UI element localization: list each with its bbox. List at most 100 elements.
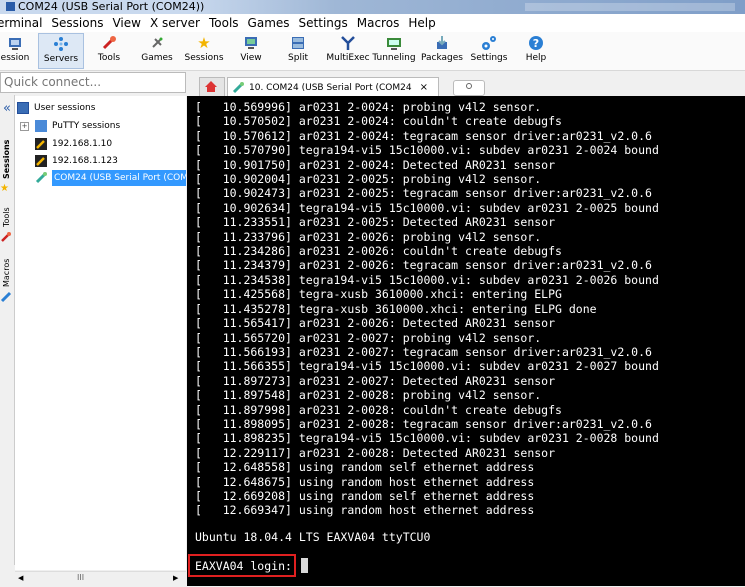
settings-button[interactable]: Settings [470,33,508,69]
tab-tools[interactable]: Tools [0,199,14,229]
tab-close-icon[interactable]: × [420,82,428,93]
side-tab-strip: « Sessions ★ Tools Macros [0,95,15,565]
terminal-line: [ 10.570790] tegra194-vi5 15c10000.vi: s… [195,143,659,158]
terminal-line: [ 11.233551] ar0231 2-0025: Detected AR0… [195,215,556,230]
collapse-icon[interactable]: « [0,101,14,121]
terminal-line: [ 12.669347] using random host ethernet … [195,503,535,518]
scroll-right-icon[interactable]: ▶ [173,574,178,582]
terminal-line: [ 10.569996] ar0231 2-0024: probing v4l2… [195,100,542,114]
login-banner: Ubuntu 18.04.4 LTS EAXVA04 ttyTCU0 [195,530,431,544]
menu-view[interactable]: View [107,14,144,32]
session-tree: User sessions + PuTTY sessions 192.168.1… [15,96,186,570]
multiexec-icon [340,35,356,51]
home-tab[interactable] [199,77,225,96]
servers-button[interactable]: Servers [38,33,84,69]
terminal-line: [ 11.435278] tegra-xusb 3610000.xhci: en… [195,301,597,316]
sessions-button[interactable]: ★ Sessions [184,33,224,69]
tab-com24-label: 10. COM24 (USB Serial Port (COM24 [249,82,412,93]
macro-icon [0,291,14,303]
ssh-session-icon [35,155,47,167]
window-title-text: COM24 (USB Serial Port (COM24)) [18,0,205,13]
window-title: COM24 (USB Serial Port (COM24)) [6,0,204,14]
session-button[interactable]: ession [0,33,30,69]
title-blur [525,3,735,11]
terminal-line: [ 11.565417] ar0231 2-0026: Detected AR0… [195,316,556,331]
tools-button[interactable]: Tools [92,33,126,69]
terminal-line: [ 10.902004] ar0231 2-0025: probing v4l2… [195,172,542,187]
split-button[interactable]: Split [280,33,316,69]
terminal-line: [ 11.897998] ar0231 2-0028: couldn't cre… [195,402,562,417]
help-icon: ? [528,35,544,51]
tree-label: 192.168.1.123 [52,156,118,166]
tools-icon [101,35,117,51]
expand-icon[interactable]: + [20,121,29,131]
terminal-line: [ 12.229117] ar0231 2-0028: Detected AR0… [195,445,556,460]
serial-tab-icon [232,81,244,93]
tab-sessions-label: Sessions [2,139,11,179]
terminal-line: [ 11.565720] ar0231 2-0027: probing v4l2… [195,330,542,345]
menu-terminal[interactable]: erminal [0,14,46,32]
new-tab-button[interactable] [453,80,485,96]
session-label: ession [0,53,30,63]
terminal-line: [ 11.566355] tegra194-vi5 15c10000.vi: s… [195,359,659,374]
menu-macros[interactable]: Macros [352,14,404,32]
new-tab-icon [466,83,472,89]
title-bar: COM24 (USB Serial Port (COM24)) [0,0,745,14]
terminal-line: [ 11.233796] ar0231 2-0026: probing v4l2… [195,229,542,244]
multiexec-label: MultiExec [326,53,370,63]
tab-macros-label: Macros [2,258,11,287]
scroll-left-icon[interactable]: ◀ [18,574,23,582]
tab-sessions[interactable]: Sessions [0,125,14,181]
tab-macros[interactable]: Macros [0,249,14,289]
terminal-line: [ 10.570502] ar0231 2-0024: couldn't cre… [195,114,562,129]
menu-games[interactable]: Games [243,14,294,32]
quick-connect-box [0,72,186,93]
terminal-line: [ 11.425568] tegra-xusb 3610000.xhci: en… [195,287,562,302]
terminal-line: [ 11.897273] ar0231 2-0027: Detected AR0… [195,373,556,388]
tab-com24[interactable]: 10. COM24 (USB Serial Port (COM24 × [227,77,439,97]
terminal-line: [ 10.901750] ar0231 2-0024: Detected AR0… [195,157,556,172]
split-icon [290,35,306,51]
tree-putty-sessions[interactable]: + PuTTY sessions [20,118,120,134]
menu-x-server[interactable]: X server [145,14,204,32]
tools-label: Tools [97,53,121,63]
menu-sessions[interactable]: Sessions [46,14,107,32]
tree-session-192-168-1-123[interactable]: 192.168.1.123 [35,153,118,169]
svg-text:?: ? [533,37,539,50]
terminal-line: [ 11.898235] tegra194-vi5 15c10000.vi: s… [195,431,659,446]
terminal-line: [ 11.234538] tegra194-vi5 15c10000.vi: s… [195,272,659,287]
tree-session-192-168-1-10[interactable]: 192.168.1.10 [35,136,112,152]
tree-session-com24[interactable]: COM24 (USB Serial Port (COM2 [35,170,186,186]
terminal-line: [ 12.648675] using random host ethernet … [195,474,535,489]
games-icon [149,35,165,51]
menu-settings[interactable]: Settings [294,14,352,32]
tree-user-sessions[interactable]: User sessions [17,100,95,116]
tunneling-button[interactable]: Tunneling [372,33,416,69]
session-icon [7,35,23,51]
menu-help[interactable]: Help [403,14,439,32]
terminal-line: [ 10.902473] ar0231 2-0025: tegracam sen… [195,186,652,201]
scroll-grip[interactable]: III [77,573,84,582]
sidebar-scrollbar[interactable]: ◀ III ▶ [15,571,186,587]
home-icon [205,81,217,92]
tree-label: 192.168.1.10 [52,139,113,149]
menu-tools[interactable]: Tools [204,14,243,32]
terminal-line: [ 10.902634] tegra194-vi5 15c10000.vi: s… [195,200,659,215]
terminal-cursor [301,558,308,573]
ssh-session-icon [35,138,47,150]
view-button[interactable]: View [234,33,268,69]
serial-session-icon [35,172,47,184]
help-button[interactable]: ? Help [520,33,552,69]
view-label: View [240,53,262,63]
terminal-line: [ 11.234379] ar0231 2-0026: tegracam sen… [195,258,652,273]
quick-connect-input[interactable] [1,73,184,91]
terminal-line: [ 11.234286] ar0231 2-0026: couldn't cre… [195,244,562,259]
tunneling-icon [386,35,402,51]
tools-icon [0,231,14,243]
games-button[interactable]: Games [138,33,176,69]
packages-button[interactable]: Packages [420,33,464,69]
terminal-pane[interactable]: [ 10.569996] ar0231 2-0024: probing v4l2… [187,96,745,586]
putty-icon [35,120,47,132]
multiexec-button[interactable]: MultiExec [324,33,372,69]
servers-label: Servers [43,54,79,64]
